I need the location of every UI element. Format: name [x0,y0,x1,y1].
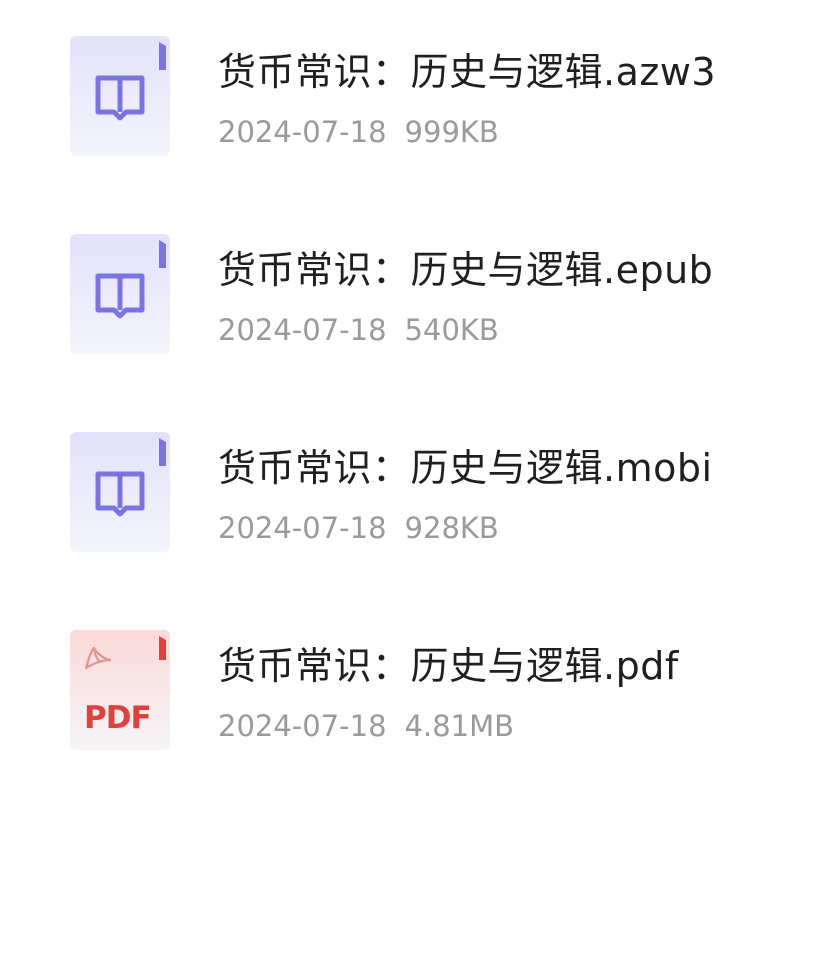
ebook-icon [70,432,170,552]
file-date: 2024-07-18 [218,313,387,347]
file-size: 999KB [404,115,499,149]
ebook-icon [70,234,170,354]
file-meta: 2024-07-18 928KB [218,510,499,546]
file-item-azw3[interactable]: 货币常识：历史与逻辑.azw3 2024-07-18 999KB [0,0,829,198]
file-item-mobi[interactable]: 货币常识：历史与逻辑.mobi 2024-07-18 928KB [0,396,829,594]
file-date: 2024-07-18 [218,709,387,743]
file-size: 4.81MB [404,709,515,743]
file-name: 货币常识：历史与逻辑.mobi [218,446,713,490]
file-name: 货币常识：历史与逻辑.azw3 [218,50,717,94]
file-name: 货币常识：历史与逻辑.epub [218,248,714,292]
file-meta: 2024-07-18 4.81MB [218,708,514,744]
file-size: 540KB [404,313,499,347]
pdf-label: PDF [84,700,151,736]
file-name: 货币常识：历史与逻辑.pdf [218,644,679,688]
file-item-epub[interactable]: 货币常识：历史与逻辑.epub 2024-07-18 540KB [0,198,829,396]
pdf-icon: PDF [70,630,170,750]
file-date: 2024-07-18 [218,511,387,545]
file-meta: 2024-07-18 540KB [218,312,499,348]
ebook-icon [70,36,170,156]
file-size: 928KB [404,511,499,545]
file-meta: 2024-07-18 999KB [218,114,499,150]
file-date: 2024-07-18 [218,115,387,149]
file-item-pdf[interactable]: PDF 货币常识：历史与逻辑.pdf 2024-07-18 4.81MB [0,594,829,792]
